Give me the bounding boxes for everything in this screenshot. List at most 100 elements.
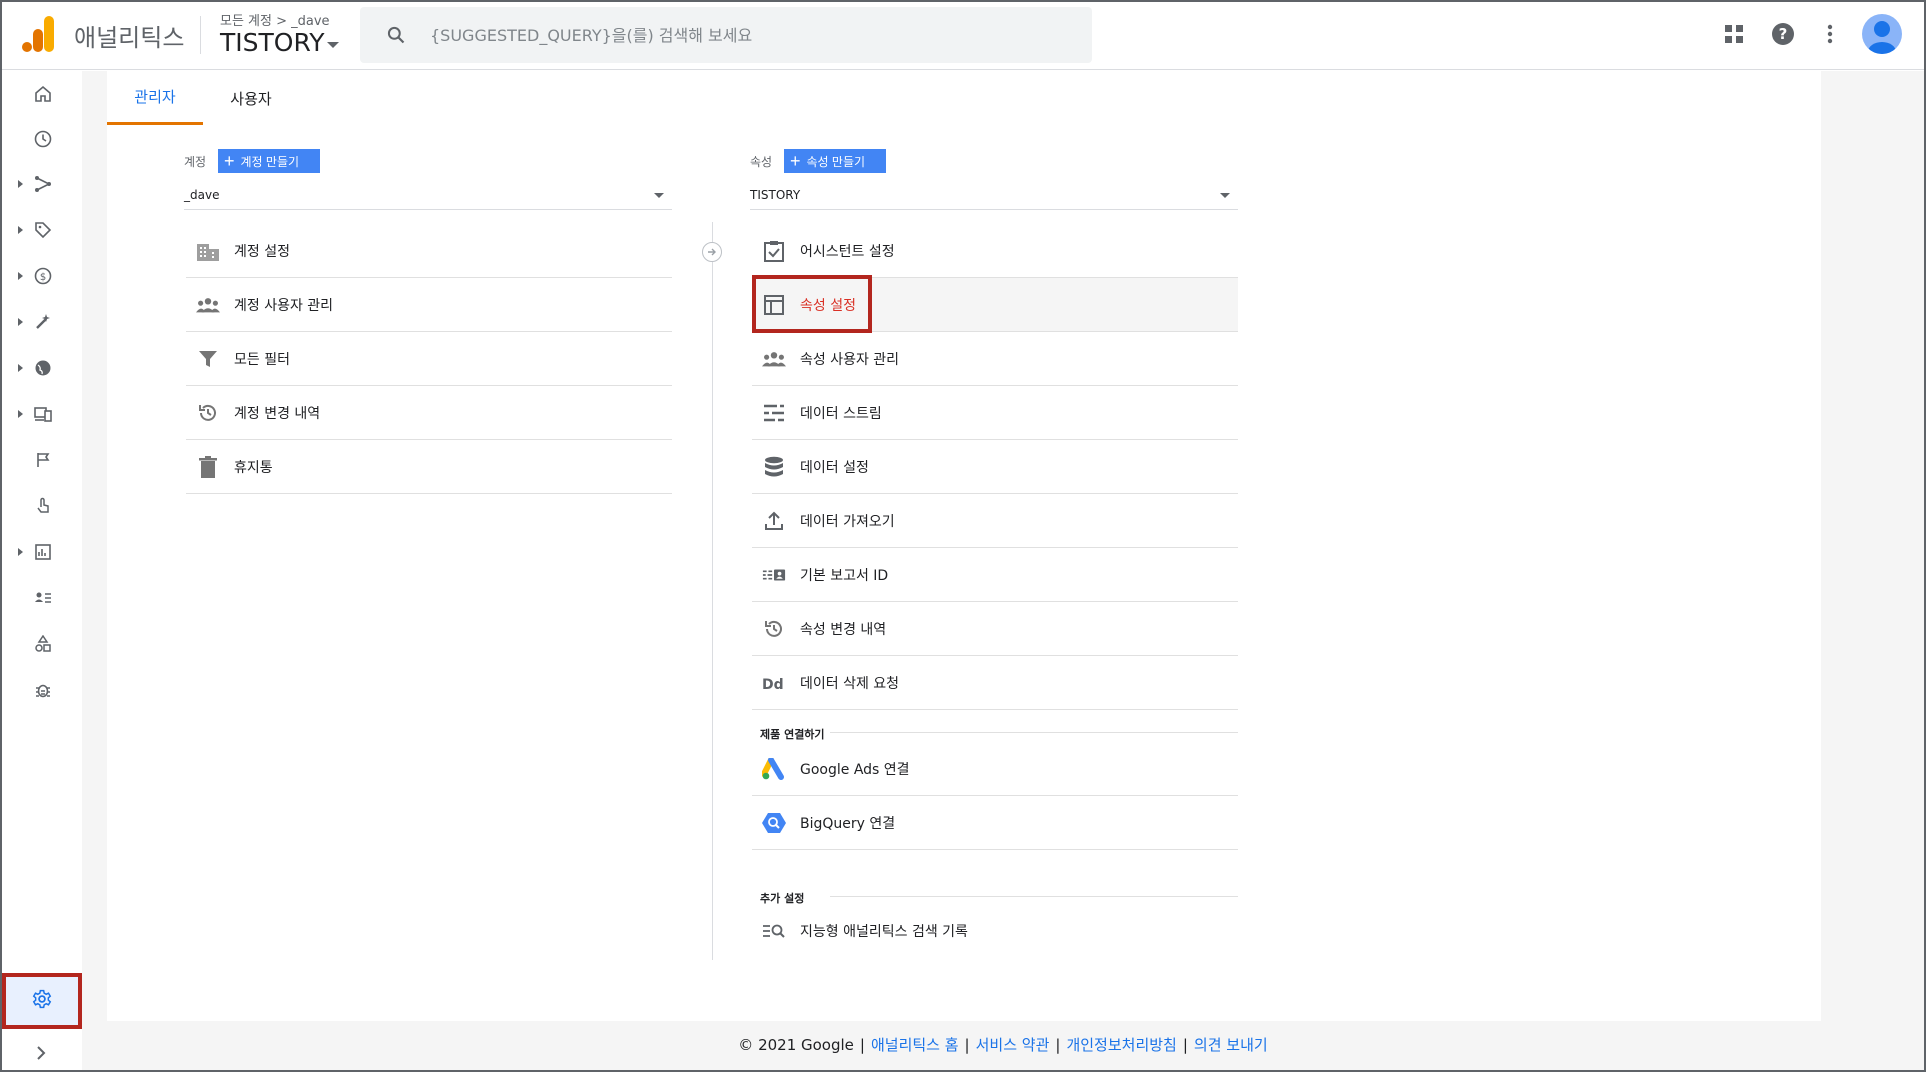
building-icon	[196, 239, 220, 263]
account-selected: _dave	[184, 187, 220, 202]
data-delete-icon: Dd	[762, 671, 786, 695]
menu-data-streams[interactable]: 데이터 스트림	[752, 386, 1238, 440]
devices-icon	[32, 403, 54, 425]
more-vert-icon[interactable]	[1818, 22, 1842, 46]
trash-icon	[196, 455, 220, 479]
menu-assistant-settings[interactable]: 어시스턴트 설정	[752, 224, 1238, 278]
menu-label: Google Ads 연결	[800, 761, 910, 778]
menu-label: 계정 변경 내역	[234, 405, 321, 422]
stream-icon	[762, 401, 786, 425]
menu-label: 속성 사용자 관리	[800, 351, 900, 368]
menu-label: 속성 변경 내역	[800, 621, 887, 638]
magic-wand-icon	[32, 311, 54, 333]
create-property-button[interactable]: + 속성 만들기	[784, 149, 886, 173]
rail-tags[interactable]	[2, 213, 82, 247]
rail-engagement[interactable]	[2, 489, 82, 523]
report-id-icon	[762, 563, 786, 587]
rail-global[interactable]	[2, 351, 82, 385]
menu-all-filters[interactable]: 모든 필터	[186, 332, 672, 386]
breadcrumb[interactable]: 모든 계정 > _dave	[220, 10, 330, 29]
search-history-icon	[762, 919, 786, 943]
rail-realtime[interactable]	[2, 122, 82, 156]
user-list-icon	[32, 587, 54, 609]
tab-admin[interactable]: 관리자	[107, 71, 203, 125]
tab-user[interactable]: 사용자	[203, 71, 299, 125]
section-divider	[830, 732, 1238, 733]
plus-icon: +	[790, 151, 801, 171]
bigquery-icon	[762, 811, 786, 835]
property-selector[interactable]: TISTORY	[220, 28, 325, 57]
menu-label: 데이터 스트림	[800, 405, 882, 422]
search-box[interactable]	[360, 7, 1092, 63]
menu-label: 데이터 삭제 요청	[800, 675, 900, 692]
help-icon[interactable]: ?	[1771, 22, 1795, 46]
rail-monetization[interactable]: $	[2, 259, 82, 293]
caret-down-icon	[654, 193, 664, 198]
footer-link-feedback[interactable]: 의견 보내기	[1194, 1036, 1268, 1054]
menu-property-user-management[interactable]: 속성 사용자 관리	[752, 332, 1238, 386]
chevron-right-icon	[35, 1045, 47, 1064]
avatar[interactable]	[1862, 14, 1902, 54]
menu-reporting-identity[interactable]: 기본 보고서 ID	[752, 548, 1238, 602]
caret-down-icon[interactable]	[327, 42, 339, 48]
footer-link-privacy[interactable]: 개인정보처리방침	[1066, 1036, 1176, 1054]
rail-analysis[interactable]	[2, 535, 82, 569]
column-divider	[712, 222, 713, 960]
menu-bigquery-links[interactable]: BigQuery 연결	[752, 796, 1238, 850]
analytics-logo-icon[interactable]	[22, 16, 56, 52]
svg-text:$: $	[40, 272, 46, 283]
admin-settings-button[interactable]	[2, 973, 82, 1029]
rail-audience[interactable]	[2, 167, 82, 201]
menu-label: 휴지통	[234, 459, 273, 476]
rail-conversions[interactable]	[2, 443, 82, 477]
branch-icon	[32, 173, 54, 195]
menu-account-user-management[interactable]: 계정 사용자 관리	[186, 278, 672, 332]
menu-property-change-history[interactable]: 속성 변경 내역	[752, 602, 1238, 656]
menu-google-ads-links[interactable]: Google Ads 연결	[752, 742, 1238, 796]
rail-tech[interactable]	[2, 397, 82, 431]
menu-label: 데이터 설정	[800, 459, 869, 476]
flag-icon	[32, 449, 54, 471]
rail-shapes[interactable]	[2, 627, 82, 661]
property-selected: TISTORY	[750, 187, 801, 202]
search-input[interactable]	[430, 7, 1070, 63]
account-column-label: 계정	[184, 155, 207, 169]
rail-acquisition[interactable]	[2, 305, 82, 339]
app-name: 애널리틱스	[74, 24, 185, 52]
search-icon	[387, 26, 405, 44]
expand-arrow-icon	[18, 318, 23, 326]
rail-users[interactable]	[2, 581, 82, 615]
property-column-label: 속성	[750, 155, 773, 169]
menu-data-deletion-requests[interactable]: Dd 데이터 삭제 요청	[752, 656, 1238, 710]
people-icon	[196, 293, 220, 317]
menu-label: 계정 설정	[234, 243, 290, 260]
menu-data-import[interactable]: 데이터 가져오기	[752, 494, 1238, 548]
expand-arrow-icon	[18, 180, 23, 188]
create-account-button[interactable]: + 계정 만들기	[218, 149, 320, 173]
rail-debug[interactable]	[2, 673, 82, 707]
property-select[interactable]: TISTORY	[750, 180, 1238, 210]
filter-icon	[196, 347, 220, 371]
menu-data-settings[interactable]: 데이터 설정	[752, 440, 1238, 494]
apps-grid-icon[interactable]	[1722, 22, 1746, 46]
menu-search-history[interactable]: 지능형 애널리틱스 검색 기록	[752, 904, 1238, 958]
touch-icon	[32, 495, 54, 517]
shapes-icon	[32, 633, 54, 655]
footer-link-analytics-home[interactable]: 애널리틱스 홈	[871, 1036, 959, 1054]
arrow-right-icon	[702, 242, 722, 262]
menu-label: 데이터 가져오기	[800, 513, 895, 530]
rail-home[interactable]	[2, 77, 82, 111]
menu-account-change-history[interactable]: 계정 변경 내역	[186, 386, 672, 440]
menu-trash[interactable]: 휴지통	[186, 440, 672, 494]
caret-down-icon	[1220, 193, 1230, 198]
svg-text:Dd: Dd	[762, 677, 784, 691]
expand-rail-button[interactable]	[30, 1043, 52, 1065]
header-divider	[200, 16, 201, 54]
footer-link-terms[interactable]: 서비스 약관	[976, 1036, 1050, 1054]
database-icon	[762, 455, 786, 479]
menu-account-settings[interactable]: 계정 설정	[186, 224, 672, 278]
expand-arrow-icon	[18, 548, 23, 556]
account-selector[interactable]: _dave	[184, 180, 672, 210]
create-account-label: 계정 만들기	[240, 154, 300, 169]
menu-label: 모든 필터	[234, 351, 290, 368]
